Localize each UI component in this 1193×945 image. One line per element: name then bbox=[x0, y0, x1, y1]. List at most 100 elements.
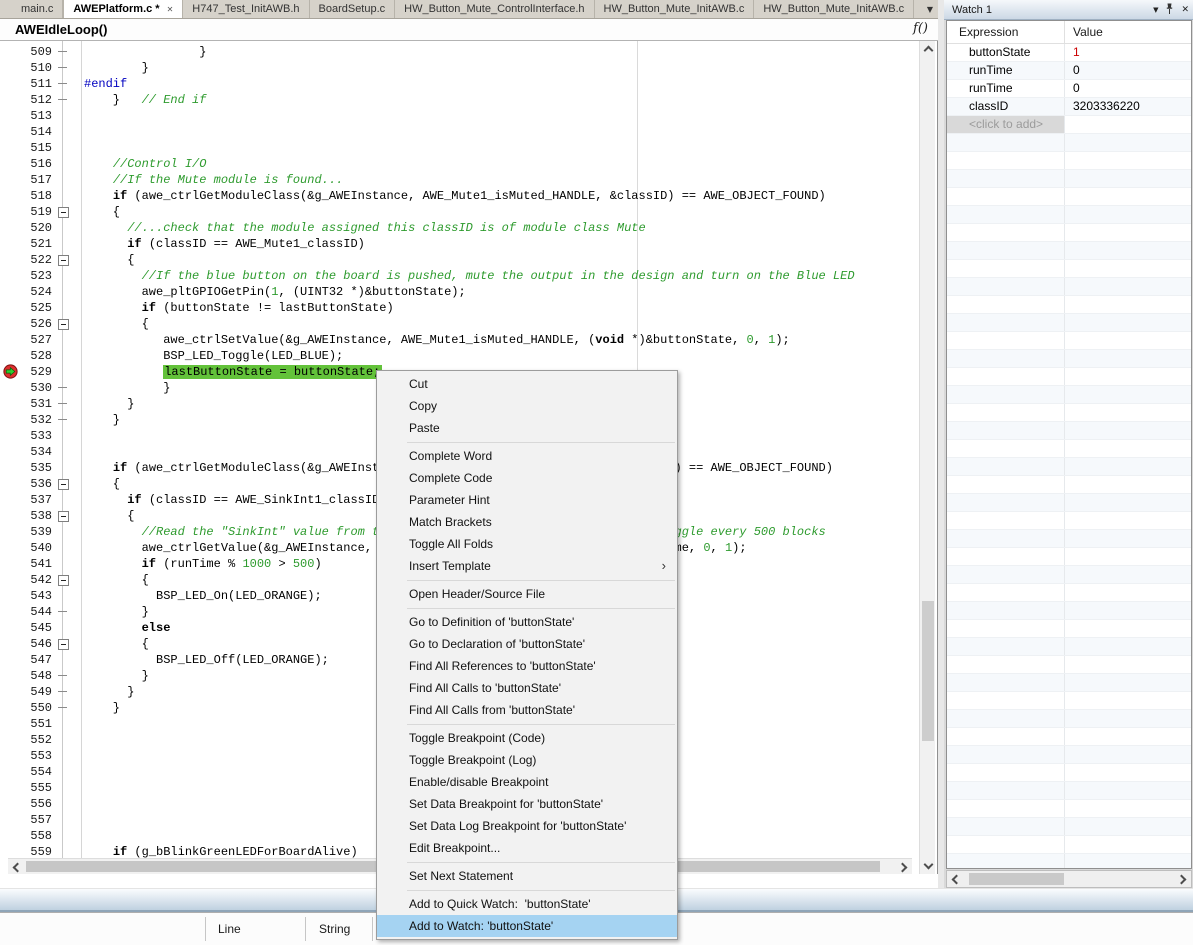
column-header-expression[interactable]: Expression bbox=[947, 21, 1065, 43]
code-line-521[interactable]: 521 if (classID == AWE_Mute1_classID) bbox=[0, 236, 919, 252]
menu-item-find-all-calls-from-buttonstate[interactable]: Find All Calls from 'buttonState' bbox=[377, 699, 677, 721]
scroll-left-icon[interactable] bbox=[8, 859, 24, 874]
watch-row-runtime[interactable]: runTime0 bbox=[947, 62, 1191, 80]
fold-toggle-icon[interactable] bbox=[56, 572, 84, 588]
code-line-516[interactable]: 516 //Control I/O bbox=[0, 156, 919, 172]
code-line-526[interactable]: 526 { bbox=[0, 316, 919, 332]
code-line-510[interactable]: 510 } bbox=[0, 60, 919, 76]
code-line-522[interactable]: 522 { bbox=[0, 252, 919, 268]
menu-item-enable-disable-breakpoint[interactable]: Enable/disable Breakpoint bbox=[377, 771, 677, 793]
menu-item-add-to-quick-watch-buttonstate[interactable]: Add to Quick Watch: 'buttonState' bbox=[377, 893, 677, 915]
menu-item-insert-template[interactable]: Insert Template› bbox=[377, 555, 677, 577]
menu-item-copy[interactable]: Copy bbox=[377, 395, 677, 417]
fold-toggle-icon[interactable] bbox=[56, 252, 84, 268]
code-line-509[interactable]: 509 } bbox=[0, 44, 919, 60]
watch-row-buttonstate[interactable]: buttonState1 bbox=[947, 44, 1191, 62]
menu-item-toggle-all-folds[interactable]: Toggle All Folds bbox=[377, 533, 677, 555]
close-icon[interactable]: ✕ bbox=[1181, 6, 1189, 15]
code-line-524[interactable]: 524 awe_pltGPIOGetPin(1, (UINT32 *)&butt… bbox=[0, 284, 919, 300]
menu-item-toggle-breakpoint-log[interactable]: Toggle Breakpoint (Log) bbox=[377, 749, 677, 771]
fold-mark bbox=[56, 716, 84, 732]
code-line-520[interactable]: 520 //...check that the module assigned … bbox=[0, 220, 919, 236]
watch-add-row[interactable]: <click to add> bbox=[947, 116, 1191, 134]
code-line-512[interactable]: 512 } // End if bbox=[0, 92, 919, 108]
code-line-527[interactable]: 527 awe_ctrlSetValue(&g_AWEInstance, AWE… bbox=[0, 332, 919, 348]
watch-title-bar[interactable]: Watch 1 ▼ ✕ bbox=[944, 0, 1193, 20]
menu-item-go-to-declaration-of-buttonstate[interactable]: Go to Declaration of 'buttonState' bbox=[377, 633, 677, 655]
fold-toggle-icon[interactable] bbox=[56, 636, 84, 652]
watch-expression-cell[interactable]: classID bbox=[947, 98, 1065, 115]
line-number: 530 bbox=[0, 380, 56, 396]
function-list-icon[interactable]: f() bbox=[913, 21, 928, 36]
watch-expression-cell bbox=[947, 710, 1065, 727]
code-line-511[interactable]: 511#endif bbox=[0, 76, 919, 92]
watch-expression-cell bbox=[947, 512, 1065, 529]
fold-toggle-icon[interactable] bbox=[56, 476, 84, 492]
code-line-515[interactable]: 515 bbox=[0, 140, 919, 156]
code-line-528[interactable]: 528 BSP_LED_Toggle(LED_BLUE); bbox=[0, 348, 919, 364]
watch-value-cell[interactable]: 0 bbox=[1065, 80, 1191, 97]
menu-item-match-brackets[interactable]: Match Brackets bbox=[377, 511, 677, 533]
watch-expression-cell[interactable]: runTime bbox=[947, 62, 1065, 79]
tab-main-c[interactable]: main.c bbox=[12, 0, 63, 18]
watch-expression-cell[interactable]: <click to add> bbox=[947, 116, 1065, 133]
tab-hw-button-mute-initawb-c[interactable]: HW_Button_Mute_InitAWB.c bbox=[754, 0, 914, 18]
code-line-519[interactable]: 519 { bbox=[0, 204, 919, 220]
menu-item-add-to-watch-buttonstate[interactable]: Add to Watch: 'buttonState' bbox=[377, 915, 677, 937]
menu-item-open-header-source-file[interactable]: Open Header/Source File bbox=[377, 583, 677, 605]
menu-item-go-to-definition-of-buttonstate[interactable]: Go to Definition of 'buttonState' bbox=[377, 611, 677, 633]
scroll-left-icon[interactable] bbox=[947, 871, 963, 887]
scroll-right-icon[interactable] bbox=[896, 859, 912, 874]
tab-close-icon[interactable]: ✕ bbox=[167, 5, 174, 14]
menu-item-toggle-breakpoint-code[interactable]: Toggle Breakpoint (Code) bbox=[377, 727, 677, 749]
menu-item-cut[interactable]: Cut bbox=[377, 373, 677, 395]
fold-toggle-icon[interactable] bbox=[56, 204, 84, 220]
watch-value-cell[interactable]: 0 bbox=[1065, 62, 1191, 79]
fold-toggle-icon[interactable] bbox=[56, 316, 84, 332]
menu-item-parameter-hint[interactable]: Parameter Hint bbox=[377, 489, 677, 511]
scroll-up-icon[interactable] bbox=[920, 41, 936, 57]
tab-overflow-icon[interactable]: ▼ bbox=[927, 0, 933, 19]
watch-row-runtime[interactable]: runTime0 bbox=[947, 80, 1191, 98]
code-line-518[interactable]: 518 if (awe_ctrlGetModuleClass(&g_AWEIns… bbox=[0, 188, 919, 204]
tab-aweplatform-c[interactable]: AWEPlatform.c *✕ bbox=[63, 0, 183, 18]
watch-expression-cell[interactable]: buttonState bbox=[947, 44, 1065, 61]
tab-boardsetup-c[interactable]: BoardSetup.c bbox=[310, 0, 396, 18]
menu-item-set-data-breakpoint-for-buttonstate[interactable]: Set Data Breakpoint for 'buttonState' bbox=[377, 793, 677, 815]
menu-item-set-next-statement[interactable]: Set Next Statement bbox=[377, 865, 677, 887]
breakpoint-current-statement-icon[interactable] bbox=[3, 364, 18, 379]
watch-row-classid[interactable]: classID3203336220 bbox=[947, 98, 1191, 116]
code-line-525[interactable]: 525 if (buttonState != lastButtonState) bbox=[0, 300, 919, 316]
menu-item-edit-breakpoint[interactable]: Edit Breakpoint... bbox=[377, 837, 677, 859]
tab-h747-test-initawb-h[interactable]: H747_Test_InitAWB.h bbox=[183, 0, 309, 18]
watch-expression-cell[interactable]: runTime bbox=[947, 80, 1065, 97]
watch-value-cell[interactable]: 3203336220 bbox=[1065, 98, 1191, 115]
scroll-right-icon[interactable] bbox=[1175, 871, 1191, 887]
pin-icon[interactable] bbox=[1165, 3, 1174, 18]
menu-item-complete-code[interactable]: Complete Code bbox=[377, 467, 677, 489]
code-line-513[interactable]: 513 bbox=[0, 108, 919, 124]
menu-item-find-all-calls-to-buttonstate[interactable]: Find All Calls to 'buttonState' bbox=[377, 677, 677, 699]
menu-item-set-data-log-breakpoint-for-buttonstate[interactable]: Set Data Log Breakpoint for 'buttonState… bbox=[377, 815, 677, 837]
watch-scroll-thumb[interactable] bbox=[969, 873, 1064, 885]
tab-hw-button-mute-initawb-c[interactable]: HW_Button_Mute_InitAWB.c bbox=[595, 0, 755, 18]
menu-item-find-all-references-to-buttonstate[interactable]: Find All References to 'buttonState' bbox=[377, 655, 677, 677]
watch-value-cell[interactable]: 1 bbox=[1065, 44, 1191, 61]
code-line-517[interactable]: 517 //If the Mute module is found... bbox=[0, 172, 919, 188]
code-line-523[interactable]: 523 //If the blue button on the board is… bbox=[0, 268, 919, 284]
code-line-514[interactable]: 514 bbox=[0, 124, 919, 140]
watch-dropdown-icon[interactable]: ▼ bbox=[1153, 7, 1158, 14]
fold-toggle-icon[interactable] bbox=[56, 508, 84, 524]
status-separator bbox=[205, 917, 206, 941]
editor-vertical-scrollbar[interactable] bbox=[919, 41, 935, 874]
vertical-scroll-thumb[interactable] bbox=[922, 601, 934, 741]
watch-value-cell bbox=[1065, 530, 1191, 547]
scroll-down-icon[interactable] bbox=[920, 858, 936, 874]
column-header-value[interactable]: Value bbox=[1065, 21, 1191, 43]
menu-item-complete-word[interactable]: Complete Word bbox=[377, 445, 677, 467]
watch-horizontal-scrollbar[interactable] bbox=[946, 870, 1192, 888]
current-function-name[interactable]: AWEIdleLoop() bbox=[0, 22, 107, 37]
menu-item-paste[interactable]: Paste bbox=[377, 417, 677, 439]
watch-empty-row bbox=[947, 188, 1191, 206]
tab-hw-button-mute-controlinterface-h[interactable]: HW_Button_Mute_ControlInterface.h bbox=[395, 0, 594, 18]
